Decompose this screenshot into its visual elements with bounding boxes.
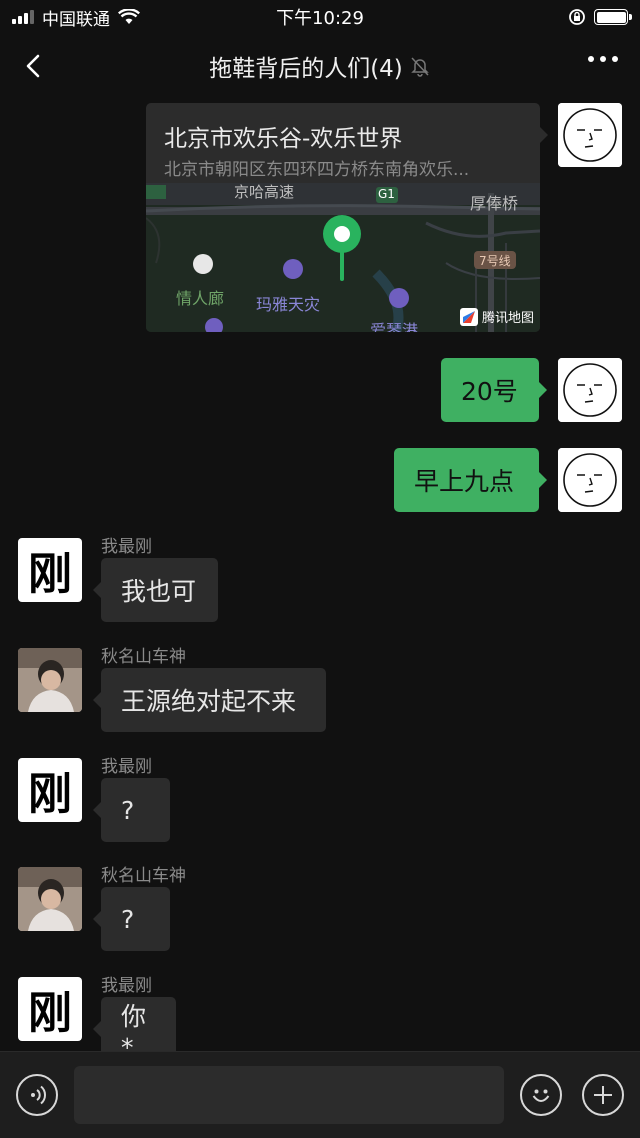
- self-avatar[interactable]: [558, 103, 622, 167]
- self-avatar[interactable]: [558, 358, 622, 422]
- location-title: 北京市欢乐谷-欢乐世界: [164, 126, 403, 152]
- back-icon[interactable]: [18, 50, 50, 82]
- self-avatar[interactable]: [558, 448, 622, 512]
- map-brand: 腾讯地图: [459, 307, 534, 326]
- message-bubble[interactable]: 早上九点: [394, 448, 547, 512]
- member-avatar[interactable]: 刚: [18, 758, 82, 822]
- message-bubble[interactable]: 20号: [441, 358, 547, 422]
- sender-name: 我最刚: [101, 976, 152, 996]
- face-avatar-icon: [558, 103, 622, 167]
- plus-button[interactable]: [582, 1074, 624, 1116]
- member-avatar-photo[interactable]: [18, 648, 82, 712]
- map-label-expressway: 京哈高速: [234, 183, 295, 201]
- emoji-button[interactable]: [520, 1074, 562, 1116]
- sender-name: 我最刚: [101, 537, 152, 557]
- message-list[interactable]: 北京市欢乐谷-欢乐世界 北京市朝阳区东四环四方桥东南角欢乐... 京哈高速 G1…: [0, 98, 640, 1051]
- message-bubble[interactable]: 你*: [93, 997, 176, 1051]
- emoji-icon: [532, 1089, 550, 1102]
- message-bubble[interactable]: 王源绝对起不来: [93, 668, 326, 732]
- sender-name: 秋名山车神: [101, 866, 186, 886]
- location-message[interactable]: 北京市欢乐谷-欢乐世界 北京市朝阳区东四环四方桥东南角欢乐... 京哈高速 G1…: [146, 103, 548, 332]
- map-pin-icon: [323, 215, 361, 281]
- chat-title: 拖鞋背后的人们(4): [209, 49, 431, 83]
- location-map[interactable]: 京哈高速 G1 厚俸桥 7号线 情人廊 玛雅天灾 爱琴港 腾讯地图: [146, 183, 540, 332]
- mute-bell-icon: [410, 57, 429, 77]
- sender-name: 我最刚: [101, 757, 152, 777]
- message-bubble[interactable]: ?: [93, 887, 170, 951]
- voice-icon: [31, 1085, 47, 1105]
- member-avatar-photo[interactable]: [18, 867, 82, 931]
- message-bubble[interactable]: ?: [93, 778, 170, 842]
- tencent-map-logo-icon: [459, 307, 478, 326]
- chat-screen: 中国联通 下午10:29 拖鞋背后的人们(4) 北京市欢乐谷-欢乐世界 北京市朝…: [0, 0, 640, 1138]
- more-icon[interactable]: [588, 56, 618, 62]
- battery-icon: [594, 9, 632, 25]
- face-avatar-icon: [558, 358, 622, 422]
- face-avatar-icon: [558, 448, 622, 512]
- member-avatar[interactable]: 刚: [18, 977, 82, 1041]
- voice-button[interactable]: [16, 1074, 58, 1116]
- group-name: 拖鞋背后的人们(4): [209, 56, 403, 82]
- message-input[interactable]: [74, 1066, 504, 1124]
- map-label-poi2: 玛雅天灾: [256, 295, 321, 314]
- carrier-label: 中国联通: [42, 9, 110, 30]
- nav-bar: 拖鞋背后的人们(4): [0, 34, 640, 98]
- member-avatar[interactable]: 刚: [18, 538, 82, 602]
- orientation-lock-icon: [569, 9, 585, 25]
- message-bubble[interactable]: 我也可: [93, 558, 218, 622]
- person-photo-icon: [18, 867, 82, 931]
- map-label-bridge: 厚俸桥: [470, 194, 519, 213]
- wifi-icon: [118, 9, 140, 24]
- map-label-poi3: 爱琴港: [370, 321, 419, 332]
- map-label-subway: 7号线: [479, 254, 511, 268]
- person-photo-icon: [18, 648, 82, 712]
- sender-name: 秋名山车神: [101, 647, 186, 667]
- signal-icon: [12, 10, 34, 24]
- plus-icon: [594, 1086, 612, 1104]
- map-label-poi1: 情人廊: [176, 289, 225, 308]
- location-address: 北京市朝阳区东四环四方桥东南角欢乐...: [164, 160, 470, 180]
- input-bar: [0, 1051, 640, 1138]
- status-bar: 中国联通 下午10:29: [0, 0, 640, 34]
- map-label-g1: G1: [378, 187, 395, 201]
